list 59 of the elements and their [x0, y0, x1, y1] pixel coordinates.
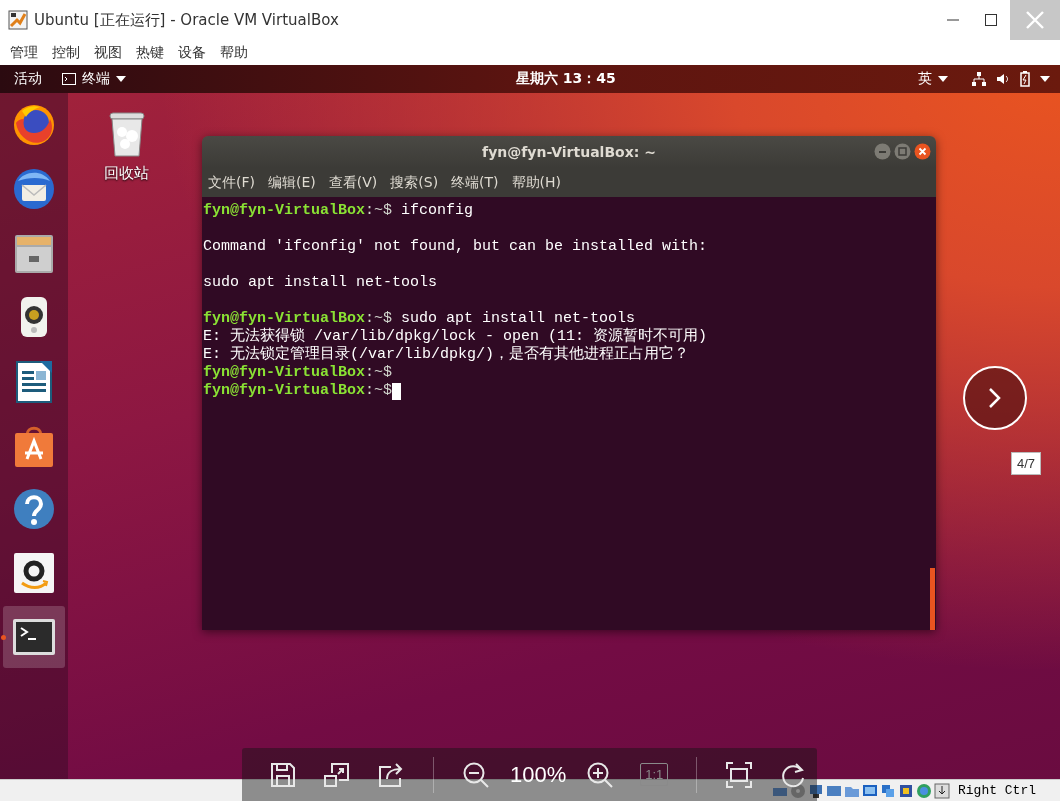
- zoom-level: 100%: [510, 761, 567, 788]
- fit-screen-icon[interactable]: [725, 760, 754, 789]
- save-icon[interactable]: [269, 760, 297, 789]
- terminal-line: E: 无法锁定管理目录(/var/lib/dpkg/)，是否有其他进程正占用它？: [203, 346, 690, 364]
- app-logo-icon: [8, 10, 28, 30]
- zoom-in-icon[interactable]: [586, 760, 615, 789]
- image-counter: 4/7: [1011, 452, 1042, 475]
- disc-icon[interactable]: [790, 782, 806, 799]
- running-indicator: [1, 635, 6, 640]
- terminal-line: Command 'ifconfig' not found, but can be installed with:: [203, 238, 708, 256]
- share-icon[interactable]: [377, 760, 405, 789]
- dock-item[interactable]: [3, 606, 65, 668]
- activities-button[interactable]: 活动: [14, 70, 42, 88]
- menu-item[interactable]: 编辑(E): [268, 171, 316, 194]
- close-icon[interactable]: [914, 143, 931, 160]
- chip-icon[interactable]: [898, 782, 914, 799]
- menu-item[interactable]: 查看(V): [328, 171, 378, 194]
- resize-icon[interactable]: [323, 760, 351, 789]
- terminal-line: sudo apt install net-tools: [203, 274, 438, 292]
- terminal-line: fyn@fyn-VirtualBox:~$: [203, 364, 393, 382]
- menu-item[interactable]: 帮助: [220, 43, 248, 62]
- network-icon[interactable]: [808, 782, 824, 799]
- menu-item[interactable]: 热键: [136, 43, 164, 62]
- terminal-line: E: 无法获得锁 /var/lib/dpkg/lock - open (11: 资源暂时不可用): [203, 328, 708, 345]
- app-menu[interactable]: 终端: [62, 70, 126, 88]
- globe-icon: [12, 103, 56, 147]
- input-method-menu[interactable]: 英: [918, 70, 948, 88]
- menu-item[interactable]: 设备: [178, 43, 206, 62]
- close-icon: [1025, 10, 1045, 30]
- trash-icon[interactable]: [106, 110, 147, 158]
- menu-item[interactable]: 管理: [10, 43, 38, 62]
- windows-icon[interactable]: [880, 782, 896, 799]
- terminal-line: fyn@fyn-VirtualBox:~$: [203, 382, 393, 400]
- mail-icon: [12, 167, 56, 211]
- chevron-right-icon: [988, 387, 1002, 409]
- display-icon[interactable]: [862, 782, 878, 799]
- help-icon: [12, 487, 56, 531]
- terminal-line: fyn@fyn-VirtualBox:~$ sudo apt install net-tools: [203, 310, 636, 327]
- menu-item[interactable]: 搜索(S): [390, 171, 439, 194]
- terminal-line: fyn@fyn-VirtualBox:~$ ifconfig: [203, 202, 474, 220]
- desktop-icon-label[interactable]: 回收站: [104, 164, 149, 183]
- menu-item[interactable]: 终端(T): [451, 171, 499, 194]
- volume-icon[interactable]: [996, 72, 1010, 86]
- globe-icon[interactable]: [916, 782, 932, 799]
- terminal-icon: [62, 73, 76, 85]
- caret-icon[interactable]: [1040, 76, 1050, 82]
- scrollbar[interactable]: [930, 568, 935, 630]
- minimize-icon[interactable]: [874, 143, 891, 160]
- network-icon[interactable]: [972, 72, 986, 86]
- host-key-label: Right Ctrl: [958, 783, 1036, 798]
- menu-item[interactable]: 控制: [52, 43, 80, 62]
- zoom-out-icon[interactable]: [462, 760, 490, 789]
- battery-icon[interactable]: [1020, 71, 1030, 87]
- window-title: fyn@fyn-VirtualBox: ~: [482, 144, 656, 160]
- window-title: Ubuntu [正在运行] - Oracle VM VirtualBox: [34, 10, 339, 30]
- menu-item[interactable]: 帮助(H): [511, 171, 562, 194]
- clock[interactable]: 星期六 13：45: [516, 70, 616, 88]
- menu-item[interactable]: 视图: [94, 43, 122, 62]
- menu-item[interactable]: 文件(F): [208, 171, 255, 194]
